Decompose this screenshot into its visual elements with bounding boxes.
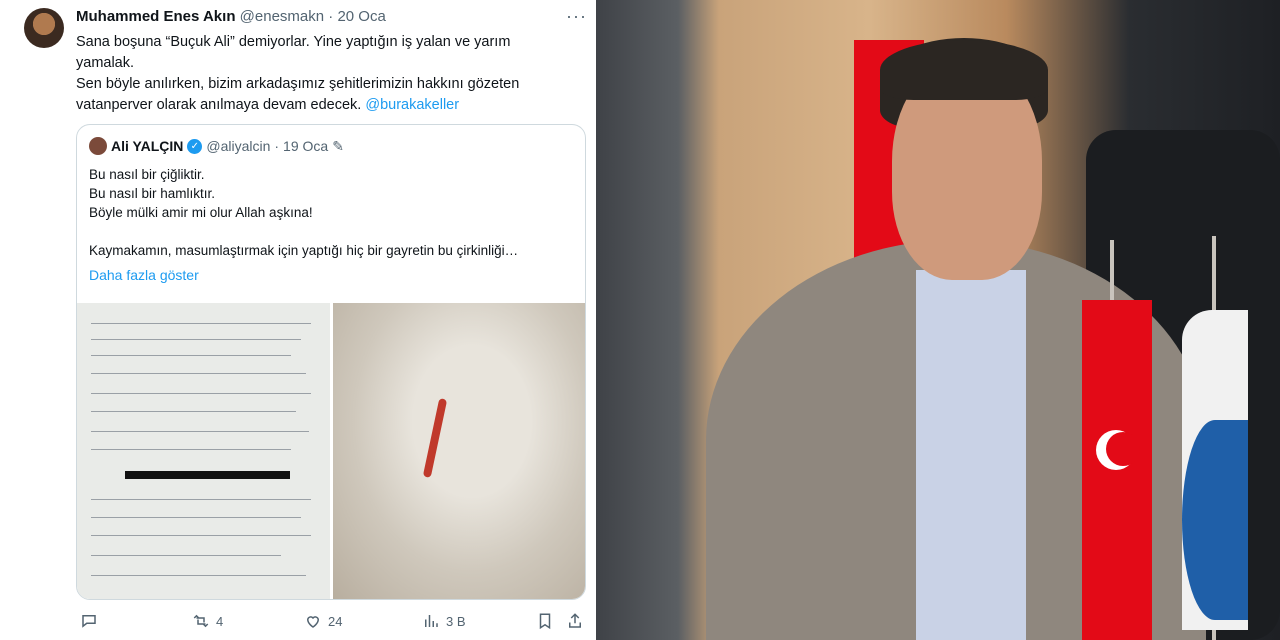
quote-author-handle[interactable]: @aliyalcin: [206, 138, 270, 154]
quote-line-5: Kaymakamın, masumlaştırmak için yaptığı …: [89, 243, 519, 258]
like-count: 24: [328, 613, 343, 629]
tweet-line-2: Sen böyle anılırken, bizim arkadaşımız ş…: [76, 74, 566, 116]
heart-icon: [306, 616, 320, 628]
quote-date[interactable]: 19 Oca: [283, 138, 328, 154]
share-icon: [569, 613, 581, 628]
pencil-icon: ✎: [332, 137, 344, 154]
desk-union-flag: [1182, 310, 1248, 630]
retweet-icon: [193, 614, 209, 628]
tweet-actions: 4 24 3 B: [76, 610, 586, 634]
mention-link[interactable]: @burakakeller: [365, 97, 459, 113]
retweet-button[interactable]: 4: [192, 612, 223, 630]
retweet-count: 4: [216, 613, 224, 629]
views-count: 3 B: [446, 613, 466, 629]
hair-top: [880, 40, 1048, 100]
quoted-tweet[interactable]: Ali YALÇIN ✓ @aliyalcin · 19 Oca ✎ Bu na…: [76, 124, 586, 600]
desk-turkish-flag: [1082, 300, 1152, 640]
quote-avatar[interactable]: [89, 137, 107, 155]
tweet-text: Sana boşuna “Buçuk Ali” demiyorlar. Yine…: [76, 32, 566, 116]
more-options-icon[interactable]: ···: [566, 6, 587, 27]
wound-photo-image[interactable]: [333, 303, 585, 599]
author-name[interactable]: Muhammed Enes Akın: [76, 8, 235, 25]
tweet-header: Muhammed Enes Akın @enesmakn · 20 Oca: [76, 8, 386, 25]
tweet-date[interactable]: 20 Oca: [337, 8, 385, 25]
verified-badge-icon: ✓: [187, 138, 203, 154]
separator-dot: ·: [328, 8, 334, 25]
shirt: [916, 270, 1026, 640]
quote-line-1: Bu nasıl bir çiğliktir.: [89, 167, 205, 182]
views-button[interactable]: 3 B: [422, 612, 466, 630]
medical-report-image[interactable]: [77, 303, 330, 599]
share-button[interactable]: [566, 612, 584, 630]
tweet-line-1: Sana boşuna “Buçuk Ali” demiyorlar. Yine…: [76, 34, 511, 71]
quote-line-2: Bu nasıl bir hamlıktır.: [89, 186, 216, 201]
bookmark-button[interactable]: [536, 612, 554, 630]
office-photo: [596, 0, 1280, 640]
quote-line-3: Böyle mülki amir mi olur Allah aşkına!: [89, 205, 313, 220]
union-logo: [1182, 420, 1248, 620]
quote-header: Ali YALÇIN ✓ @aliyalcin · 19 Oca ✎: [89, 137, 344, 155]
views-icon: [425, 615, 438, 627]
bookmark-icon: [539, 613, 551, 630]
quote-text: Bu nasıl bir çiğliktir. Bu nasıl bir ham…: [89, 165, 573, 260]
author-handle[interactable]: @enesmakn: [240, 8, 324, 25]
reply-icon: [82, 615, 96, 628]
quote-line-4: [89, 222, 573, 241]
author-avatar[interactable]: [24, 8, 64, 48]
wound-mark: [422, 398, 448, 478]
reply-button[interactable]: [80, 612, 98, 630]
show-more-link[interactable]: Daha fazla göster: [89, 267, 199, 283]
like-button[interactable]: 24: [304, 612, 342, 630]
tweet-panel: Muhammed Enes Akın @enesmakn · 20 Oca ··…: [0, 0, 596, 640]
quote-separator: ·: [274, 138, 280, 154]
quote-author-name[interactable]: Ali YALÇIN: [111, 138, 183, 154]
